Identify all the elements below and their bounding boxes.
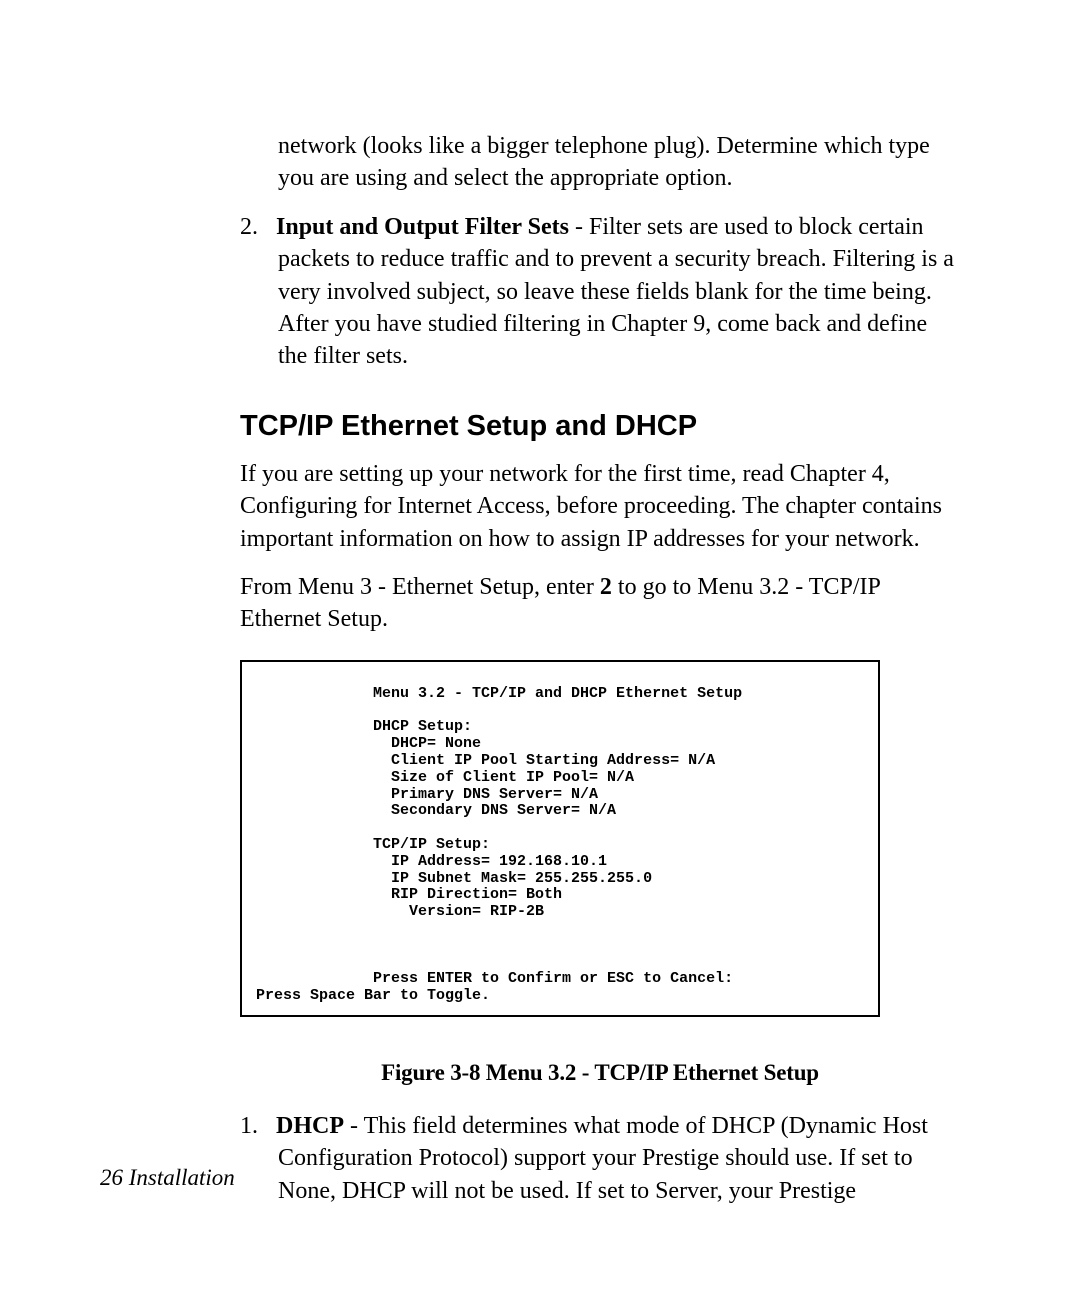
page-number: 26 xyxy=(100,1165,123,1190)
list-item-2: 2. Input and Output Filter Sets - Filter… xyxy=(240,211,960,373)
continued-text: network (looks like a bigger telephone p… xyxy=(278,133,930,191)
page-footer: 26 Installation xyxy=(100,1162,235,1193)
list-item-2-title: Input and Output Filter Sets xyxy=(276,214,569,240)
section-heading: TCP/IP Ethernet Setup and DHCP xyxy=(240,407,960,446)
term-dhcp-5: Secondary DNS Server= N/A xyxy=(256,802,616,819)
body-paragraph-1: If you are setting up your network for t… xyxy=(240,458,960,555)
figure-caption: Figure 3-8 Menu 3.2 - TCP/IP Ethernet Se… xyxy=(240,1057,960,1088)
list-item-1-body: This field determines what mode of DHCP … xyxy=(278,1113,928,1204)
body-para2-bold: 2 xyxy=(600,574,612,600)
term-title: Menu 3.2 - TCP/IP and DHCP Ethernet Setu… xyxy=(256,685,742,702)
term-tcp-2: IP Subnet Mask= 255.255.255.0 xyxy=(256,870,652,887)
list-marker-2: 2. xyxy=(240,214,258,240)
term-dhcp-heading: DHCP Setup: xyxy=(256,718,472,735)
term-dhcp-3: Size of Client IP Pool= N/A xyxy=(256,769,634,786)
body-para2-a: From Menu 3 - Ethernet Setup, enter xyxy=(240,574,600,600)
list-item-2-sep: - xyxy=(569,214,589,240)
list-item-1-sep: - xyxy=(344,1113,364,1139)
term-tcp-3: RIP Direction= Both xyxy=(256,886,562,903)
term-dhcp-2: Client IP Pool Starting Address= N/A xyxy=(256,752,715,769)
term-dhcp-4: Primary DNS Server= N/A xyxy=(256,786,598,803)
term-dhcp-1: DHCP= None xyxy=(256,735,481,752)
list-marker-1: 1. xyxy=(240,1113,258,1139)
term-toggle: Press Space Bar to Toggle. xyxy=(256,987,490,1004)
term-tcp-4: Version= RIP-2B xyxy=(256,903,544,920)
continued-paragraph: network (looks like a bigger telephone p… xyxy=(240,130,960,195)
list-item-1: 1. DHCP - This field determines what mod… xyxy=(240,1110,960,1207)
body-paragraph-2: From Menu 3 - Ethernet Setup, enter 2 to… xyxy=(240,571,960,636)
section-name: Installation xyxy=(123,1165,235,1190)
term-confirm: Press ENTER to Confirm or ESC to Cancel: xyxy=(256,970,733,987)
list-item-1-title: DHCP xyxy=(276,1113,344,1139)
term-tcp-heading: TCP/IP Setup: xyxy=(256,836,490,853)
term-tcp-1: IP Address= 192.168.10.1 xyxy=(256,853,607,870)
terminal-screenshot: Menu 3.2 - TCP/IP and DHCP Ethernet Setu… xyxy=(240,660,880,1017)
